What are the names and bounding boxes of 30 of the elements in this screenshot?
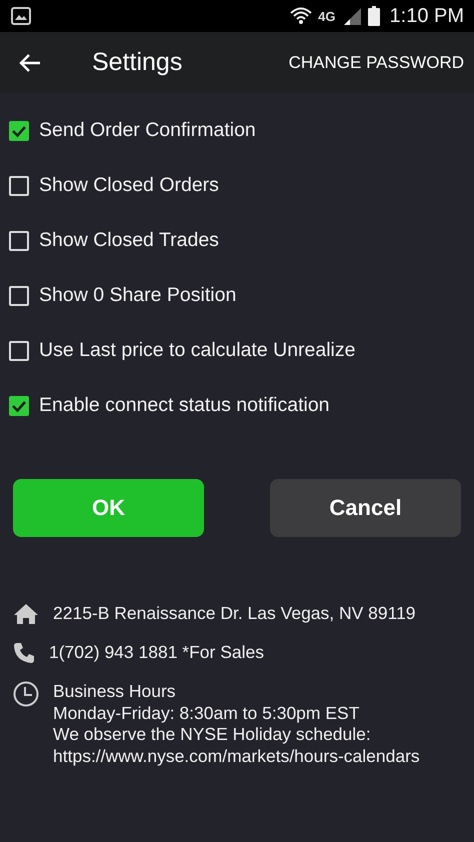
- network-type: 4G: [318, 8, 336, 24]
- checkbox-option[interactable]: Show Closed Orders: [9, 158, 465, 213]
- contact-text: https://www.nyse.com/markets/hours-calendars: [53, 746, 420, 767]
- cancel-button[interactable]: Cancel: [270, 479, 461, 537]
- clock-icon: [13, 681, 39, 707]
- contact-text: We observe the NYSE Holiday schedule:: [53, 724, 372, 746]
- wifi-icon: [290, 6, 312, 26]
- contact-text: 1(702) 943 1881 *For Sales: [49, 642, 264, 664]
- checkbox-option[interactable]: Show Closed Trades: [9, 213, 465, 268]
- contact-text: 2215-B Renaissance Dr. Las Vegas, NV 89119: [53, 603, 416, 624]
- checkbox-option[interactable]: Send Order Confirmation: [9, 103, 465, 158]
- checkbox[interactable]: [9, 286, 29, 306]
- checkbox[interactable]: [9, 176, 29, 196]
- checkbox[interactable]: [9, 340, 29, 360]
- signal-icon: [342, 6, 362, 26]
- checkbox-option[interactable]: Enable connect status notification: [9, 378, 465, 433]
- contact-text: Business Hours: [53, 681, 177, 702]
- change-password-button[interactable]: CHANGE PASSWORD: [288, 48, 464, 76]
- checkbox[interactable]: [9, 120, 29, 140]
- checkbox[interactable]: [9, 396, 29, 416]
- checkbox[interactable]: [9, 230, 29, 250]
- checkbox-option[interactable]: Show 0 Share Position: [9, 268, 465, 323]
- battery-icon: [368, 6, 380, 26]
- clock-time: 1:10 PM: [390, 4, 464, 28]
- contact-text: Monday-Friday: 8:30am to 5:30pm EST: [53, 702, 360, 724]
- phone-icon: [13, 642, 35, 664]
- home-icon: [13, 603, 39, 625]
- screen-title: Settings: [92, 48, 182, 77]
- image-icon: [11, 7, 31, 25]
- checkbox-option[interactable]: Use Last price to calculate Unrealize: [9, 323, 465, 378]
